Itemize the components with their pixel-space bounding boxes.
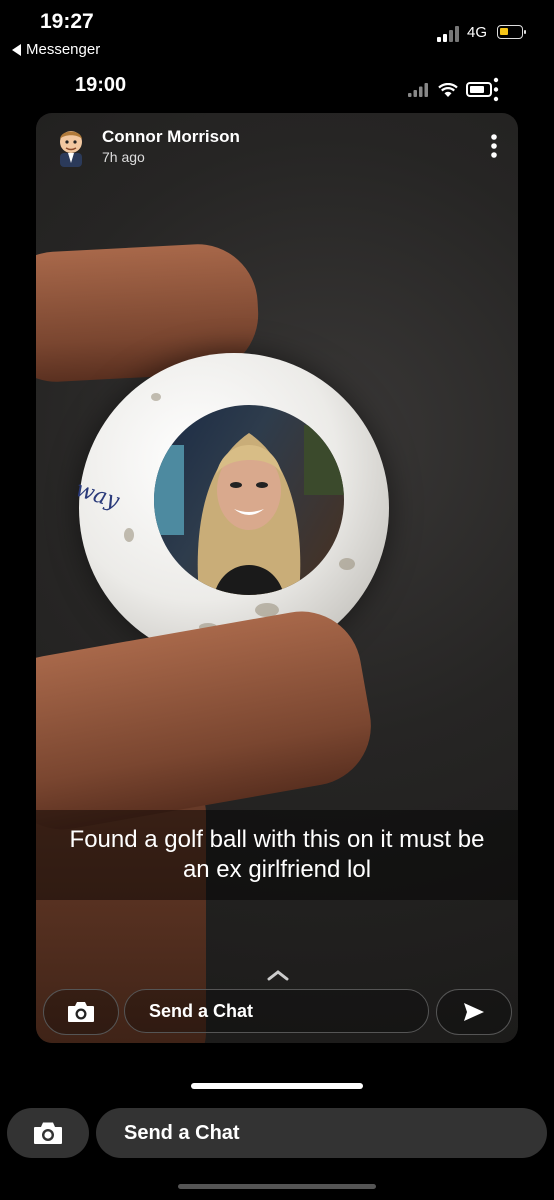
camera-icon xyxy=(34,1122,62,1144)
camera-icon xyxy=(68,1002,94,1022)
camera-button[interactable] xyxy=(7,1108,89,1158)
bitmoji-avatar-icon[interactable] xyxy=(51,125,91,167)
golf-ball-image: way xyxy=(72,353,389,663)
inner-send-button[interactable] xyxy=(436,989,512,1035)
ball-brand-text: way xyxy=(72,476,123,515)
signal-icon xyxy=(437,26,459,42)
wifi-icon xyxy=(438,82,458,97)
snap-caption: Found a golf ball with this on it must b… xyxy=(36,810,518,900)
sent-time: 7h ago xyxy=(102,149,145,165)
send-icon xyxy=(464,1003,484,1021)
back-label: Messenger xyxy=(26,41,101,58)
portrait-illustration xyxy=(154,425,344,595)
inner-camera-button[interactable] xyxy=(43,989,119,1035)
back-to-messenger-link[interactable]: Messenger xyxy=(12,41,100,58)
more-vertical-icon[interactable] xyxy=(486,133,502,159)
battery-icon xyxy=(497,25,526,39)
inner-status-time: 19:00 xyxy=(75,74,127,96)
signal-icon xyxy=(408,83,428,97)
thumb-shape xyxy=(36,602,381,839)
inner-status-icons xyxy=(408,77,500,103)
battery-icon xyxy=(466,77,499,102)
home-indicator xyxy=(191,1083,363,1089)
chat-input[interactable]: Send a Chat xyxy=(96,1108,547,1158)
chevron-left-icon xyxy=(12,43,21,56)
network-type: 4G xyxy=(467,24,488,41)
chevron-up-icon[interactable] xyxy=(267,969,289,981)
snap-viewer[interactable]: way Connor Morrison 7h ago Found a golf … xyxy=(36,113,518,1043)
status-time: 19:27 xyxy=(40,10,94,33)
sender-name[interactable]: Connor Morrison xyxy=(102,127,240,147)
home-indicator xyxy=(178,1184,376,1189)
ball-photo-portrait xyxy=(154,405,344,595)
inner-chat-input[interactable]: Send a Chat xyxy=(124,989,429,1033)
